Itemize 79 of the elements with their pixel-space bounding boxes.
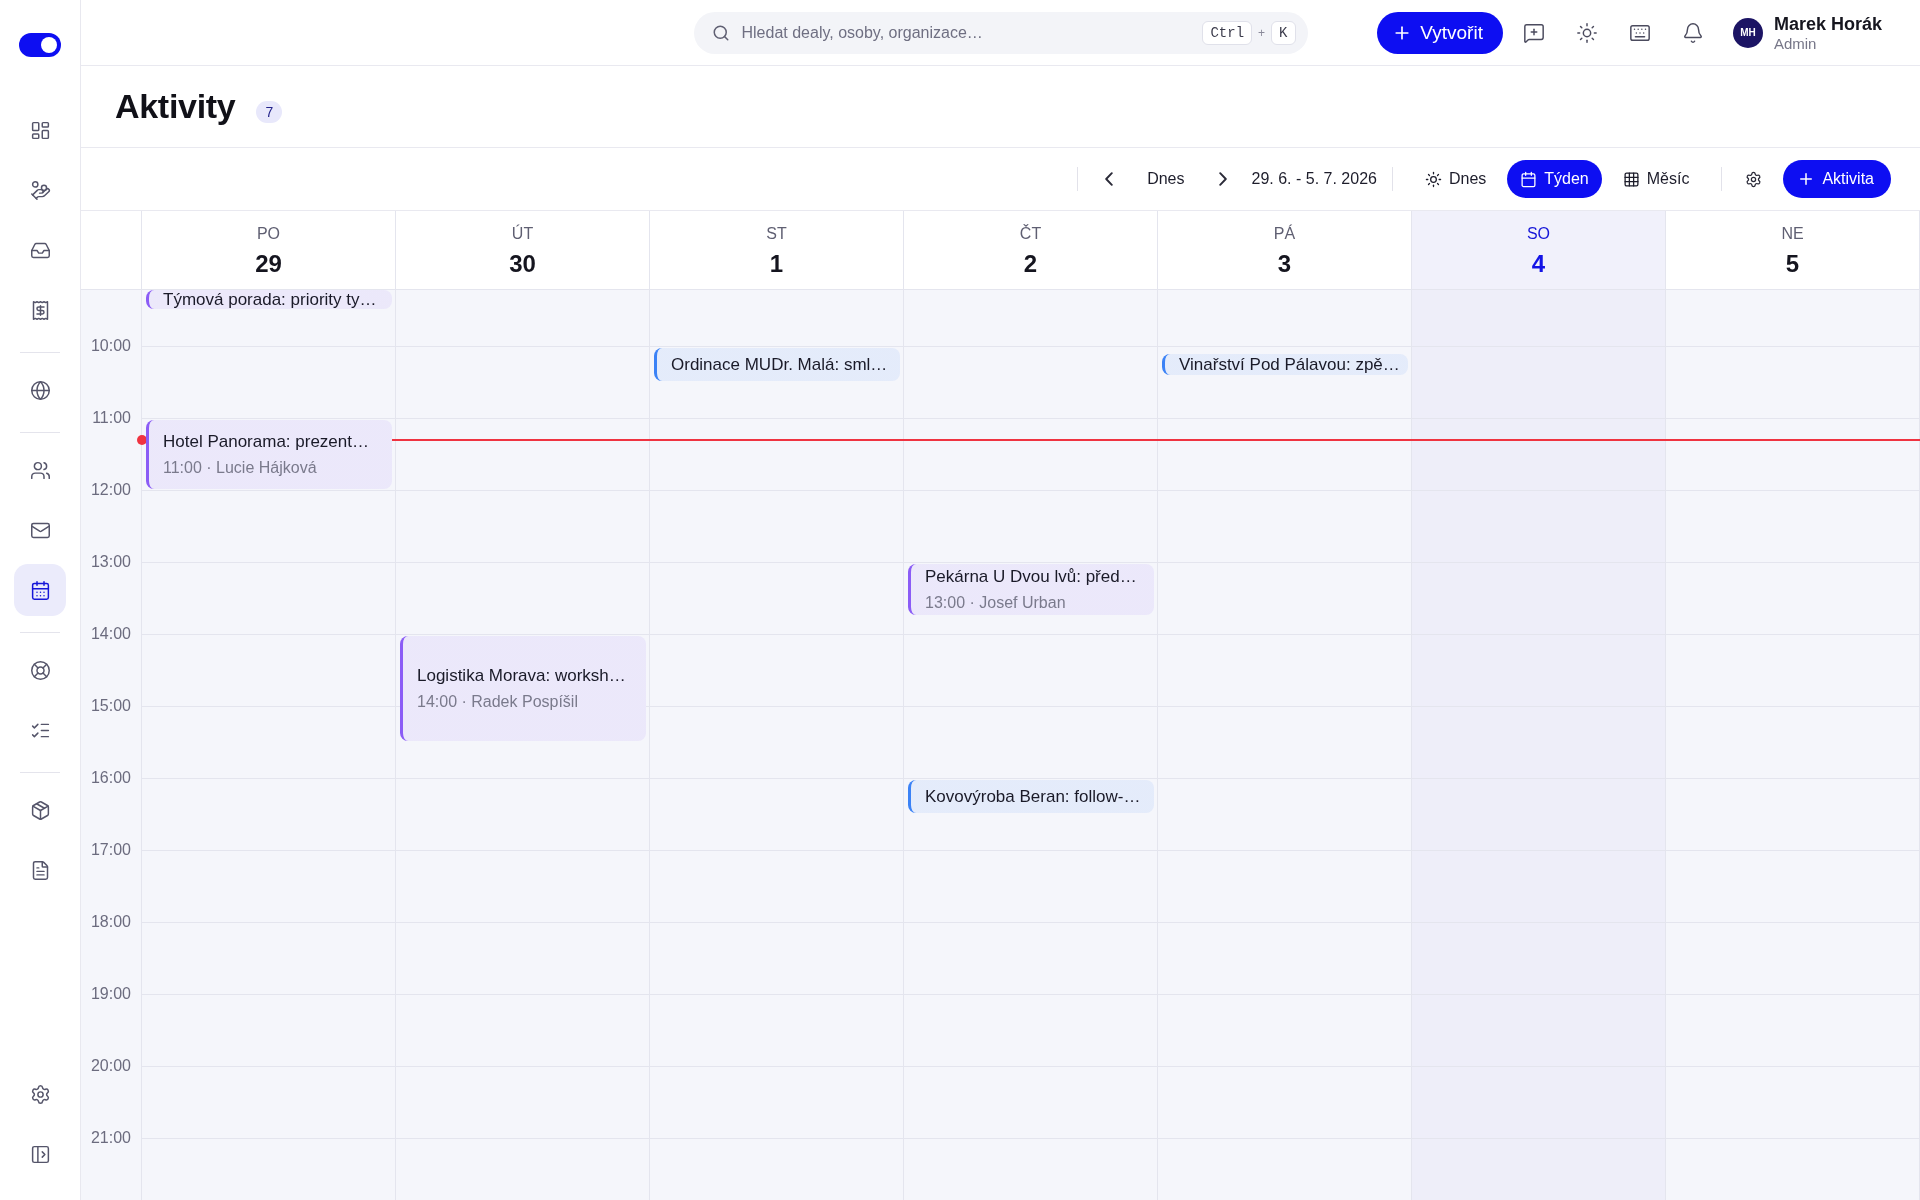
time-label: 17:00 (90, 841, 131, 860)
day-number: 5 (1785, 249, 1800, 278)
event-card[interactable]: Kovovýroba Beran: follow-… (908, 780, 1154, 814)
time-label: 10:00 (90, 337, 131, 356)
bell-icon (1681, 21, 1704, 44)
event-title: Logistika Morava: worksh… (417, 666, 627, 685)
add-activity-button[interactable]: Aktivita (1783, 160, 1891, 198)
weekday-label: PÁ (1273, 224, 1296, 243)
search-icon (711, 23, 730, 42)
time-label: 20:00 (90, 1057, 131, 1076)
event-title: Vinařství Pod Pálavou: zpě… (1179, 355, 1400, 374)
time-label: 11:00 (92, 409, 131, 428)
today-button[interactable]: Dnes (1137, 163, 1195, 195)
view-tab[interactable]: Týden (1507, 160, 1602, 198)
event-details: 14:00 · Radek Pospíšil (417, 692, 579, 711)
view-tab[interactable]: Dnes (1411, 160, 1500, 198)
sun-icon (1424, 170, 1442, 188)
event-details: 11:00 · Lucie Hájková (163, 458, 318, 477)
time-label: 21:00 (90, 1129, 131, 1148)
users-icon (29, 459, 51, 481)
count-badge: 7 (256, 100, 283, 123)
calendar-icon (1520, 170, 1538, 188)
event-card[interactable]: Logistika Morava: worksh… 14:00 · Radek Pospíšil (400, 636, 646, 742)
day-number: 4 (1531, 249, 1546, 278)
dashboard-icon (29, 119, 51, 141)
weekday-label: ÚT (511, 224, 534, 243)
create-button[interactable]: Vytvořit (1377, 11, 1503, 54)
time-label: 14:00 (90, 625, 131, 644)
page-title: Aktivity (115, 87, 236, 126)
event-title: Ordinace MUDr. Malá: sml… (671, 355, 889, 374)
chevron-left-icon (1105, 172, 1114, 186)
user-name: Marek Horák (1773, 13, 1882, 35)
event-card[interactable]: Vinařství Pod Pálavou: zpě… (1162, 354, 1408, 376)
day-number: 2 (1023, 249, 1038, 278)
time-label: 18:00 (90, 913, 131, 932)
toggle-switch[interactable] (19, 33, 61, 57)
package-icon (29, 799, 51, 821)
message-plus-icon (1522, 21, 1545, 44)
time-label: 12:00 (90, 481, 131, 500)
event-title: Hotel Panorama: prezent… (163, 432, 370, 451)
sun-icon (1575, 21, 1598, 44)
time-label: 19:00 (90, 985, 131, 1004)
lifebuoy-icon (29, 659, 51, 681)
view-tab[interactable]: Měsíc (1609, 160, 1703, 198)
weekday-label: ST (766, 224, 787, 243)
day-number: 3 (1277, 249, 1292, 278)
shortcut-separator: + (1258, 25, 1266, 40)
event-card[interactable]: Týmová porada: priority ty… (146, 290, 392, 310)
event-card[interactable]: Ordinace MUDr. Malá: sml… (654, 348, 900, 382)
avatar[interactable]: MH (1732, 17, 1763, 48)
event-title: Týmová porada: priority ty… (163, 290, 378, 309)
event-title: Kovovýroba Beran: follow-… (925, 787, 1142, 806)
time-label: 16:00 (90, 769, 131, 788)
weekday-label: ČT (1019, 224, 1042, 243)
globe-icon (29, 379, 51, 401)
calendar-icon (29, 579, 51, 601)
user-role: Admin (1773, 34, 1818, 52)
event-card[interactable]: Hotel Panorama: prezent… 11:00 · Lucie Hájková (146, 420, 392, 490)
time-label: 15:00 (90, 697, 131, 716)
event-details: 13:00 · Josef Urban (925, 593, 1067, 612)
sidebar-item[interactable] (14, 564, 66, 616)
chevron-right-icon (1218, 172, 1227, 186)
event-title: Pekárna U Dvou lvů: před… (925, 567, 1138, 586)
event-card[interactable]: Pekárna U Dvou lvů: před… 13:00 · Josef Urban (908, 564, 1154, 616)
day-number: 1 (769, 249, 784, 278)
weekday-label: SO (1526, 224, 1551, 243)
day-number: 29 (255, 249, 282, 278)
day-number: 30 (509, 249, 536, 278)
settings-icon (29, 1083, 51, 1105)
settings-icon (1744, 170, 1762, 188)
grid-icon (1622, 170, 1640, 188)
weekday-label: NE (1781, 224, 1804, 243)
shortcut-key: K (1271, 20, 1296, 45)
time-label: 13:00 (90, 553, 131, 572)
hand-coins-icon (29, 179, 51, 201)
weekday-label: PO (256, 224, 281, 243)
date-range: 29. 6. - 5. 7. 2026 (1251, 170, 1377, 188)
panel-expand-icon (29, 1143, 51, 1165)
shortcut-key: Ctrl (1202, 20, 1253, 45)
